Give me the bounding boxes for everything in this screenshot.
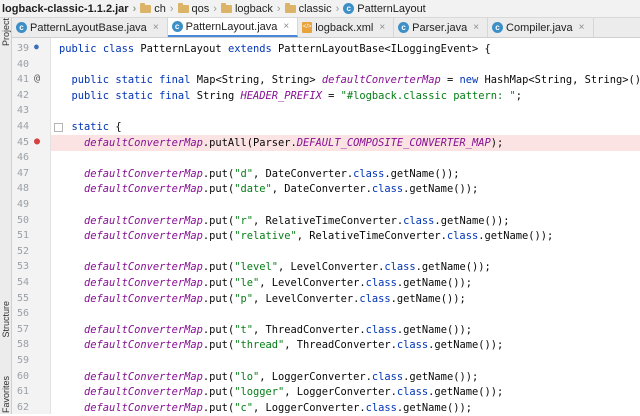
line-number: 51 <box>16 230 29 242</box>
breadcrumb-label: PatternLayout <box>357 2 426 15</box>
fold-toggle-icon[interactable] <box>54 123 63 132</box>
line-number: 46 <box>16 152 29 164</box>
code-line[interactable]: defaultConverterMap.put("logger", Logger… <box>59 384 503 400</box>
breadcrumb-label: ch <box>154 2 166 15</box>
tab-compiler-java[interactable]: c Compiler.java × <box>488 18 594 37</box>
line-number: 40 <box>16 58 29 70</box>
line-number: 57 <box>16 323 29 335</box>
tab-label: Compiler.java <box>506 21 573 34</box>
folder-icon <box>220 2 232 13</box>
line-number: 48 <box>16 183 29 195</box>
chevron-right-icon: › <box>213 2 217 15</box>
tool-window-structure[interactable]: Structure <box>1 301 11 338</box>
code-line[interactable]: static { <box>59 119 122 135</box>
breadcrumb-label: classic <box>298 2 332 15</box>
code-line[interactable]: defaultConverterMap.put("date", DateConv… <box>59 181 478 197</box>
tab-patternlayoutbase-java[interactable]: c PatternLayoutBase.java × <box>12 18 168 37</box>
tab-logback-xml[interactable]: </> logback.xml × <box>298 18 395 37</box>
chevron-right-icon: › <box>335 2 340 15</box>
breadcrumb: logback-classic-1.1.2.jar › ch › qos › logback… <box>0 0 640 18</box>
xml-file-icon: </> <box>302 22 313 33</box>
code-line[interactable]: defaultConverterMap.put("t", ThreadConve… <box>59 322 472 338</box>
close-icon[interactable]: × <box>379 22 385 33</box>
code-editor[interactable]: public class PatternLayout extends Patte… <box>51 38 640 414</box>
code-line[interactable]: public class PatternLayout extends Patte… <box>59 41 491 57</box>
breadcrumb-label: logback-classic-1.1.2.jar <box>2 2 129 15</box>
close-icon[interactable]: × <box>153 22 159 33</box>
line-number: 58 <box>16 339 29 351</box>
breadcrumb-item[interactable]: classic › <box>284 2 344 15</box>
code-line[interactable]: public static final Map<String, String> … <box>59 72 640 88</box>
code-line[interactable]: defaultConverterMap.putAll(Parser.DEFAUL… <box>59 135 503 151</box>
close-icon[interactable]: × <box>473 22 479 33</box>
class-icon: c <box>492 22 504 33</box>
class-icon: c <box>398 22 410 33</box>
line-number: 59 <box>16 355 29 366</box>
breadcrumb-label: qos <box>191 2 210 15</box>
code-line[interactable]: public static final String HEADER_PREFIX… <box>59 88 523 104</box>
line-number: 54 <box>16 277 29 288</box>
tab-label: PatternLayoutBase.java <box>30 21 147 34</box>
breadcrumb-item[interactable]: qos › <box>177 2 221 15</box>
breadcrumb-item[interactable]: logback › <box>220 2 285 15</box>
code-line[interactable]: defaultConverterMap.put("p", LevelConver… <box>59 291 466 307</box>
line-number: 61 <box>16 386 29 398</box>
tab-label: PatternLayout.java <box>185 20 278 33</box>
close-icon[interactable]: × <box>579 22 585 33</box>
class-icon: c <box>343 3 355 14</box>
chevron-right-icon: › <box>169 2 174 15</box>
editor-tabs: c PatternLayoutBase.java × c PatternLayout.j… <box>12 18 640 38</box>
line-number: 55 <box>16 292 29 304</box>
implements-icon[interactable]: ● <box>34 42 39 51</box>
line-number: 62 <box>16 401 29 413</box>
class-icon: c <box>171 21 183 32</box>
line-number: 39 <box>16 43 29 54</box>
code-line[interactable]: defaultConverterMap.put("thread", Thread… <box>59 337 503 353</box>
annotation-icon[interactable]: @ <box>34 73 40 84</box>
breadcrumb-item[interactable]: c PatternLayout <box>343 3 426 15</box>
tab-label: logback.xml <box>315 21 374 34</box>
line-number: 50 <box>16 214 29 226</box>
line-number: 44 <box>16 121 29 132</box>
line-number: 52 <box>16 245 29 257</box>
breadcrumb-label: logback <box>234 2 273 15</box>
chevron-right-icon: › <box>132 2 137 15</box>
code-line[interactable]: defaultConverterMap.put("le", LevelConve… <box>59 275 472 291</box>
breadcrumb-item[interactable]: logback-classic-1.1.2.jar › <box>0 3 140 15</box>
breakpoint-icon[interactable]: ● <box>34 136 40 147</box>
chevron-right-icon: › <box>276 2 281 15</box>
line-number: 56 <box>16 308 29 320</box>
line-number: 49 <box>16 199 29 210</box>
code-line[interactable]: defaultConverterMap.put("relative", Rela… <box>59 228 553 244</box>
line-number: 41 <box>16 74 29 86</box>
code-line[interactable]: defaultConverterMap.put("level", LevelCo… <box>59 259 491 275</box>
line-number: 45 <box>16 136 29 148</box>
tab-label: Parser.java <box>412 21 468 34</box>
tool-window-strip: Project Structure Favorites <box>0 18 12 414</box>
folder-icon <box>284 2 296 13</box>
tool-window-favorites[interactable]: Favorites <box>1 376 11 413</box>
folder-icon <box>177 2 189 13</box>
line-number: 53 <box>16 261 29 273</box>
line-number: 47 <box>16 167 29 179</box>
code-line[interactable]: defaultConverterMap.put("lo", LoggerConv… <box>59 369 478 385</box>
class-icon: c <box>16 22 27 33</box>
tab-patternlayout-java[interactable]: c PatternLayout.java × <box>167 18 299 37</box>
line-number: 60 <box>16 370 29 382</box>
breadcrumb-item[interactable]: ch › <box>140 2 177 15</box>
code-line[interactable]: defaultConverterMap.put("c", LoggerConve… <box>59 400 472 416</box>
folder-icon <box>140 2 152 13</box>
code-line[interactable]: defaultConverterMap.put("d", DateConvert… <box>59 166 459 182</box>
line-number: 43 <box>16 105 29 117</box>
tab-parser-java[interactable]: c Parser.java × <box>394 18 489 37</box>
line-number: 42 <box>16 89 29 101</box>
tool-window-project[interactable]: Project <box>1 18 11 46</box>
close-icon[interactable]: × <box>283 21 289 32</box>
code-line[interactable]: defaultConverterMap.put("r", RelativeTim… <box>59 213 509 229</box>
